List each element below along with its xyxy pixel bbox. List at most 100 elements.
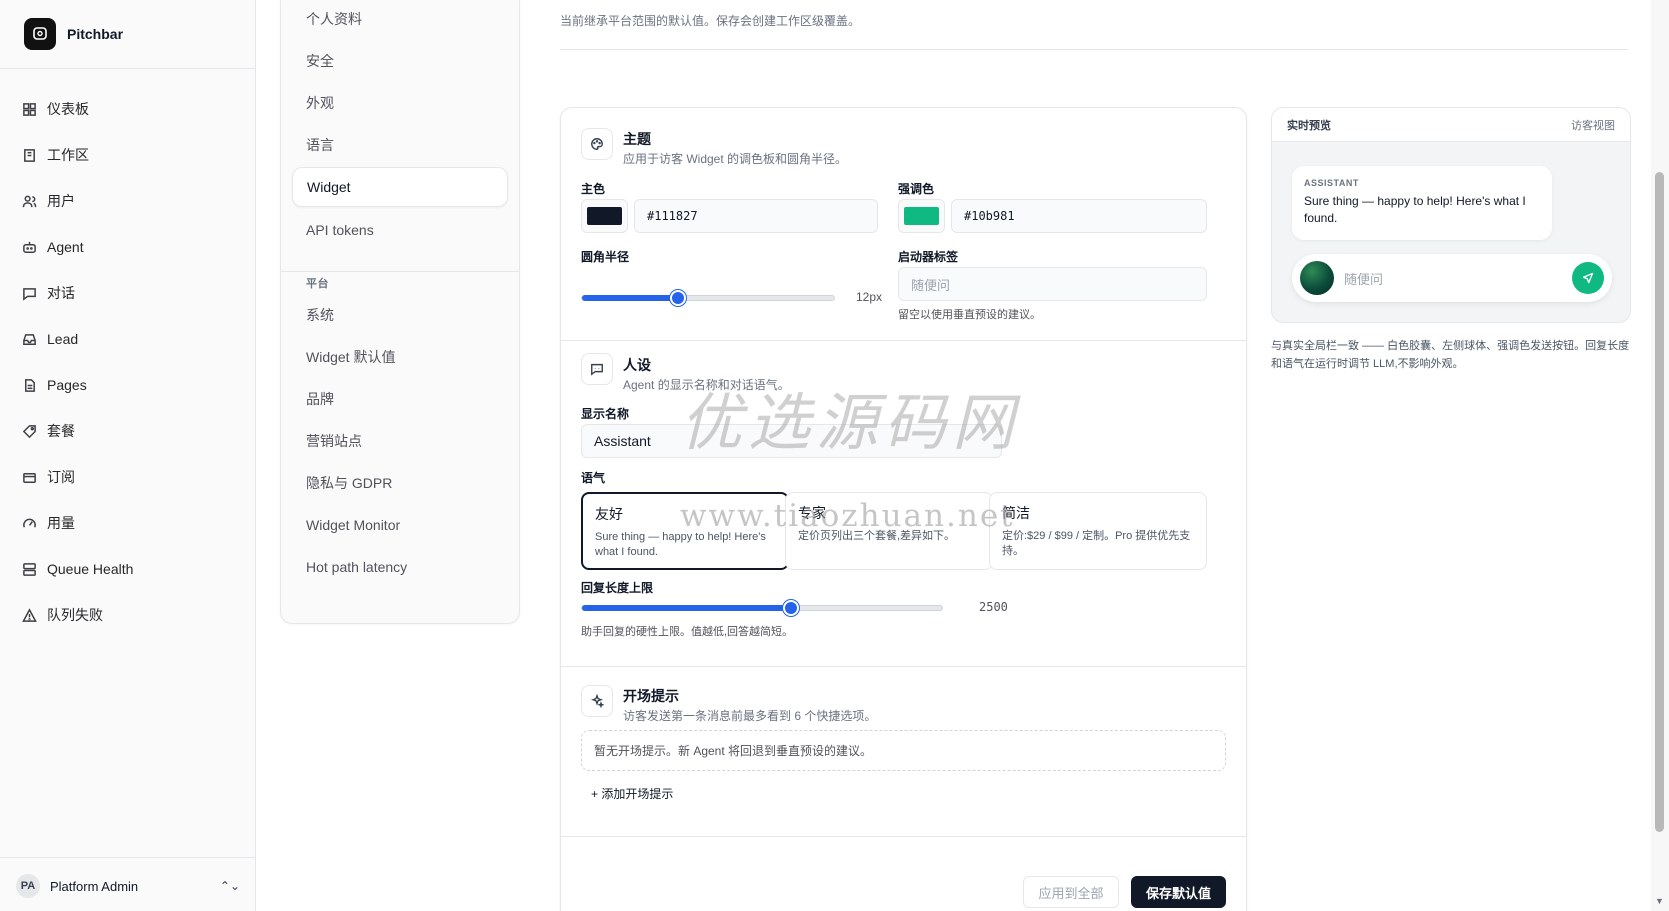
accent-color-picker[interactable] <box>898 199 945 233</box>
sidebar-item-label: 用户 <box>47 193 75 209</box>
settings-item-widget-defaults[interactable]: Widget 默认值 <box>292 337 508 377</box>
settings-item-widget-monitor[interactable]: Widget Monitor <box>292 505 508 545</box>
sidebar-item-conversations[interactable]: 对话 <box>12 270 244 316</box>
file-icon <box>25 378 35 392</box>
settings-item-system[interactable]: 系统 <box>292 295 508 335</box>
settings-section-heading: 平台 <box>306 278 329 290</box>
sidebar-item-label: 对话 <box>47 285 75 301</box>
sidebar-item-plans[interactable]: 套餐 <box>12 408 244 454</box>
radius-slider-fill <box>582 295 678 301</box>
launcher-hint: 留空以使用垂直预设的建议。 <box>898 309 1041 321</box>
inbox-icon <box>23 333 36 345</box>
radius-label: 圆角半径 <box>581 250 630 264</box>
section-divider <box>561 666 1246 667</box>
persona-title: 人设 <box>623 357 651 373</box>
tone-desc: Sure thing — happy to help! Here's what … <box>595 531 766 558</box>
add-starter-button[interactable]: + 添加开场提示 <box>591 785 673 802</box>
radius-slider[interactable] <box>581 290 835 306</box>
preview-note: 与真实全局栏一致 —— 白色胶囊、左侧球体、强调色发送按钮。回复长度和语气在运行… <box>1271 340 1630 370</box>
visitor-view-toggle[interactable]: 访客视图 <box>1571 117 1615 133</box>
sidebar-item-lead[interactable]: Lead <box>12 316 244 362</box>
orb-icon <box>1300 261 1334 295</box>
sidebar-item-label: 队列失败 <box>47 607 103 623</box>
page-scrollbar[interactable]: ▼ <box>1651 0 1669 911</box>
tone-title: 简洁 <box>1002 505 1030 521</box>
settings-item-branding[interactable]: 品牌 <box>292 379 508 419</box>
accent-color-label: 强调色 <box>898 182 935 196</box>
settings-item-security[interactable]: 安全 <box>292 41 508 81</box>
sidebar-item-workspaces[interactable]: 工作区 <box>12 132 244 178</box>
sidebar-item-label: 用量 <box>47 515 75 531</box>
radius-value: 12px <box>856 290 883 304</box>
launcher-input[interactable]: 随便问 <box>898 267 1207 301</box>
sidebar: Pitchbar 仪表板 工作区 用户 Agent 对话 Lead Pages … <box>0 0 256 911</box>
scrollbar-thumb[interactable] <box>1655 172 1664 832</box>
accent-color-input[interactable]: #10b981 <box>951 199 1207 233</box>
sidebar-item-queue-health[interactable]: Queue Health <box>12 546 244 592</box>
send-icon <box>1582 272 1594 284</box>
sidebar-footer-divider <box>0 857 255 858</box>
building-icon <box>24 148 35 162</box>
reply-length-hint: 助手回复的硬性上限。值越低,回答越简短。 <box>581 626 794 638</box>
reply-length-slider[interactable] <box>581 600 943 616</box>
brand[interactable]: Pitchbar <box>24 18 123 50</box>
theme-subtitle: 应用于访客 Widget 的调色板和圆角半径。 <box>623 152 848 166</box>
app-name: Pitchbar <box>67 26 124 42</box>
sidebar-item-usage[interactable]: 用量 <box>12 500 244 546</box>
sidebar-item-pages[interactable]: Pages <box>12 362 244 408</box>
apply-all-button[interactable]: 应用到全部 <box>1023 876 1119 908</box>
widget-composer: 随便问 <box>1292 254 1612 302</box>
bot-icon <box>23 241 36 253</box>
sidebar-item-label: Lead <box>47 331 79 347</box>
footer-divider <box>561 836 1246 837</box>
user-menu[interactable]: PA Platform Admin ⌃⌄ <box>16 874 240 898</box>
sidebar-item-label: 订阅 <box>47 469 75 485</box>
server-icon <box>23 562 36 576</box>
sidebar-item-subscriptions[interactable]: 订阅 <box>12 454 244 500</box>
sidebar-item-label: Agent <box>47 239 84 255</box>
message-role: ASSISTANT <box>1304 178 1359 188</box>
page-description: 当前继承平台范围的默认值。保存会创建工作区级覆盖。 <box>560 14 861 28</box>
settings-item-language[interactable]: 语言 <box>292 125 508 165</box>
composer-input[interactable]: 随便问 <box>1344 269 1383 288</box>
radius-slider-thumb[interactable] <box>669 290 686 306</box>
primary-color-picker[interactable] <box>581 199 628 233</box>
settings-item-appearance[interactable]: 外观 <box>292 83 508 123</box>
chat-icon <box>23 287 36 301</box>
sidebar-item-label: Queue Health <box>47 561 134 577</box>
settings-item-privacy-gdpr[interactable]: 隐私与 GDPR <box>292 463 508 503</box>
settings-item-profile[interactable]: 个人资料 <box>292 0 508 39</box>
palette-icon <box>581 128 613 160</box>
send-button[interactable] <box>1572 262 1604 294</box>
sidebar-nav: 仪表板 工作区 用户 Agent 对话 Lead Pages 套餐 订阅 用量 … <box>12 86 244 638</box>
accent-color-swatch <box>904 207 939 225</box>
sidebar-divider <box>0 68 255 69</box>
sparkles-icon <box>581 685 613 717</box>
sidebar-item-dashboard[interactable]: 仪表板 <box>12 86 244 132</box>
reply-length-slider-thumb[interactable] <box>782 600 799 616</box>
tone-option-concise[interactable]: 简洁 定价:$29 / $99 / 定制。Pro 提供优先支持。 <box>989 492 1207 570</box>
tag-icon <box>22 424 36 438</box>
scroll-down-icon[interactable]: ▼ <box>1655 896 1664 906</box>
tone-label: 语气 <box>581 471 606 485</box>
section-divider <box>561 340 1246 341</box>
reply-length-label: 回复长度上限 <box>581 581 654 595</box>
sidebar-item-agent[interactable]: Agent <box>12 224 244 270</box>
settings-item-api-tokens[interactable]: API tokens <box>292 210 508 250</box>
preview-header: 实时预览 访客视图 <box>1272 108 1630 142</box>
sidebar-item-users[interactable]: 用户 <box>12 178 244 224</box>
save-defaults-button[interactable]: 保存默认值 <box>1131 876 1226 908</box>
primary-color-input[interactable]: #111827 <box>634 199 878 233</box>
settings-item-hot-path-latency[interactable]: Hot path latency <box>292 547 508 587</box>
gauge-icon <box>23 518 36 528</box>
header-divider <box>560 49 1628 50</box>
watermark-text: 优选源码网 <box>680 386 1021 459</box>
live-preview: 实时预览 访客视图 ASSISTANT Sure thing — happy t… <box>1271 107 1631 323</box>
display-name-label: 显示名称 <box>581 407 630 421</box>
settings-item-widget[interactable]: Widget <box>292 167 508 207</box>
pitchbar-logo-icon <box>24 18 56 50</box>
settings-nav-divider <box>281 271 519 272</box>
settings-item-marketing-site[interactable]: 营销站点 <box>292 421 508 461</box>
tone-desc: 定价:$29 / $99 / 定制。Pro 提供优先支持。 <box>1002 530 1191 557</box>
sidebar-item-queue-failures[interactable]: 队列失败 <box>12 592 244 638</box>
